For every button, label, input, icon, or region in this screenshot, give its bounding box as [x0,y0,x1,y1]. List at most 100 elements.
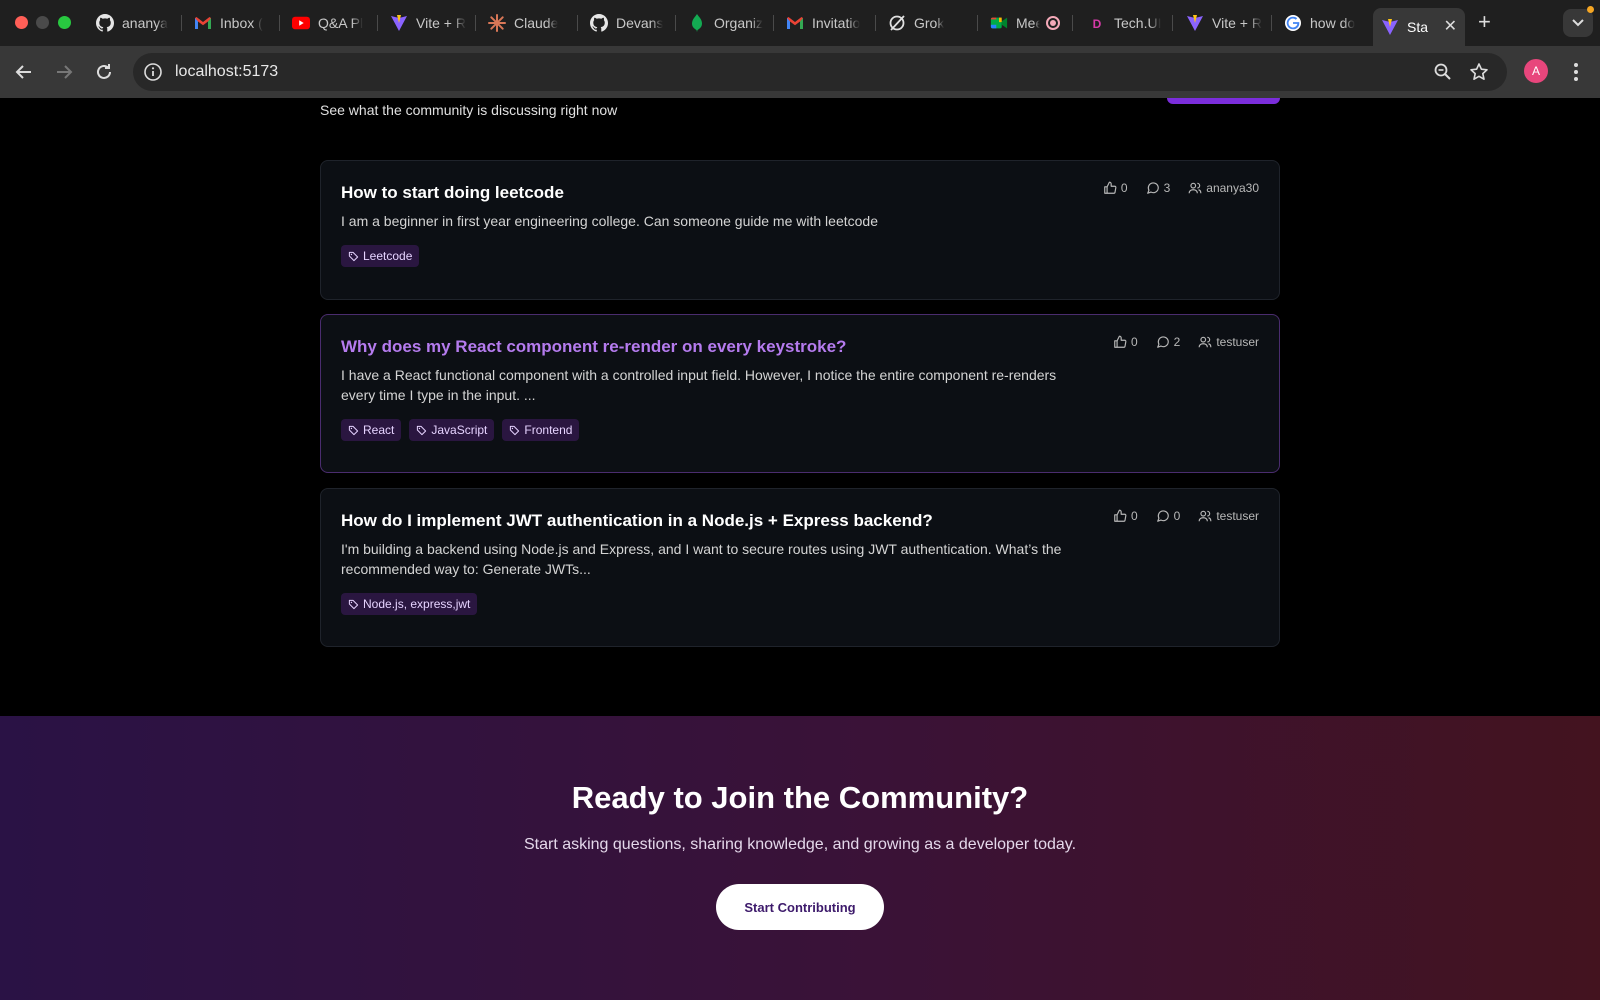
comment-count[interactable]: 3 [1146,181,1171,195]
browser-tab-active[interactable]: Sta ✕ [1373,8,1465,46]
comment-count[interactable]: 2 [1156,335,1181,349]
address-bar[interactable]: localhost:5173 [133,53,1507,91]
svg-text:D: D [1093,17,1102,30]
browser-tab[interactable]: Mee [982,8,1072,38]
browser-menu-button[interactable] [1566,58,1586,86]
tab-label: Vite + R [416,15,466,31]
browser-tab[interactable]: Organiz [680,8,768,38]
like-count[interactable]: 0 [1113,335,1138,349]
browser-tab[interactable]: Vite + R [1178,8,1266,38]
site-info-icon[interactable] [143,62,163,82]
like-count-value: 0 [1130,335,1138,349]
like-count[interactable]: 0 [1103,181,1128,195]
browser-tab[interactable]: Claude [480,8,572,38]
maximize-window-button[interactable] [58,16,71,29]
minimize-window-button[interactable] [36,16,49,29]
tag-chip[interactable]: JavaScript [409,419,495,441]
browser-tab[interactable]: Invitatio [778,8,870,38]
notification-dot [1587,6,1594,13]
grok-icon [888,14,906,32]
comment-count[interactable]: 0 [1156,509,1181,523]
post-excerpt: I'm building a backend using Node.js and… [341,541,1062,577]
tag-chip[interactable]: Node.js, express,jwt [341,593,478,615]
post-title[interactable]: Why does my React component re-render on… [341,337,846,357]
arrow-left-icon [15,65,31,79]
tag-label: Node.js, express,jwt [363,597,471,611]
author-name: testuser [1216,509,1259,523]
browser-tab-strip: ananya Inbox ( Q&A Pl Vite + R Claude De… [0,0,1600,46]
tab-separator [773,15,774,31]
url-text[interactable]: localhost:5173 [175,63,278,81]
comment-icon [1156,336,1169,348]
profile-avatar[interactable]: A [1524,59,1548,83]
tab-label: Q&A Pl [318,15,364,31]
tab-search-button[interactable] [1563,9,1593,37]
tag-icon [348,251,359,261]
post-card[interactable]: How to start doing leetcode 0 3 ananya30… [320,160,1280,300]
zoom-icon[interactable] [1433,62,1453,87]
close-tab-icon[interactable]: ✕ [1444,16,1457,36]
tag-chip[interactable]: React [341,419,402,441]
tag-label: React [363,423,395,437]
new-tab-button[interactable]: + [1478,10,1491,34]
post-card[interactable]: How do I implement JWT authentication in… [320,488,1280,647]
post-tags: Leetcode [341,245,420,267]
tag-icon [417,425,427,435]
comment-count-value: 2 [1173,335,1181,349]
ask-question-button[interactable] [1167,98,1280,104]
tab-separator [475,15,476,31]
comment-icon [1156,510,1169,522]
comment-count-value: 3 [1163,181,1171,195]
start-contributing-button[interactable]: Start Contributing [716,884,884,930]
tab-label: Devans [616,15,664,31]
gmail-icon [194,14,212,32]
vite-icon [390,14,408,32]
post-card[interactable]: Why does my React component re-render on… [320,314,1280,473]
tab-label: Vite + R [1212,15,1262,31]
browser-tab[interactable]: D Tech.UI [1080,8,1172,38]
post-meta: 0 3 ananya30 [1103,181,1259,195]
post-author[interactable]: testuser [1198,509,1259,523]
tab-label: Mee [1016,15,1040,31]
forward-button[interactable] [52,60,76,84]
tag-chip[interactable]: Leetcode [341,245,420,267]
tab-label: Invitatio [812,15,861,31]
reload-button[interactable] [92,60,116,84]
vite-icon [1186,14,1204,32]
close-window-button[interactable] [15,16,28,29]
post-meta: 0 2 testuser [1113,335,1259,349]
tab-label: how do [1310,15,1356,31]
browser-tab[interactable]: ananya [88,8,176,38]
post-title[interactable]: How to start doing leetcode [341,183,564,203]
browser-toolbar: localhost:5173 A [0,46,1600,98]
post-author[interactable]: testuser [1198,335,1259,349]
google-icon [1284,14,1302,32]
back-button[interactable] [12,60,36,84]
post-meta: 0 0 testuser [1113,509,1259,523]
post-tags: React JavaScript Frontend [341,419,580,441]
browser-tab[interactable]: Vite + R [382,8,470,38]
post-author[interactable]: ananya30 [1188,181,1259,195]
browser-tab[interactable]: how do [1276,8,1364,38]
cta-section: Ready to Join the Community? Start askin… [0,716,1600,1000]
tab-separator [1072,15,1073,31]
post-title[interactable]: How do I implement JWT authentication in… [341,511,933,531]
tab-separator [181,15,182,31]
comment-icon [1146,182,1159,194]
tab-separator [377,15,378,31]
users-icon [1198,510,1212,522]
browser-tab[interactable]: Grok [880,8,972,38]
tab-label: Inbox ( [220,15,263,31]
bookmark-star-icon[interactable] [1469,62,1489,87]
github-icon [590,14,608,32]
tag-chip[interactable]: Frontend [502,419,580,441]
tab-label: Sta [1407,19,1429,35]
tab-separator [675,15,676,31]
like-count[interactable]: 0 [1113,509,1138,523]
comment-count-value: 0 [1173,509,1181,523]
browser-tab[interactable]: Devans [582,8,670,38]
browser-tab[interactable]: Inbox ( [186,8,274,38]
tech-ui-icon: D [1088,14,1106,32]
thumbs-up-icon [1114,509,1127,522]
browser-tab[interactable]: Q&A Pl [284,8,372,38]
